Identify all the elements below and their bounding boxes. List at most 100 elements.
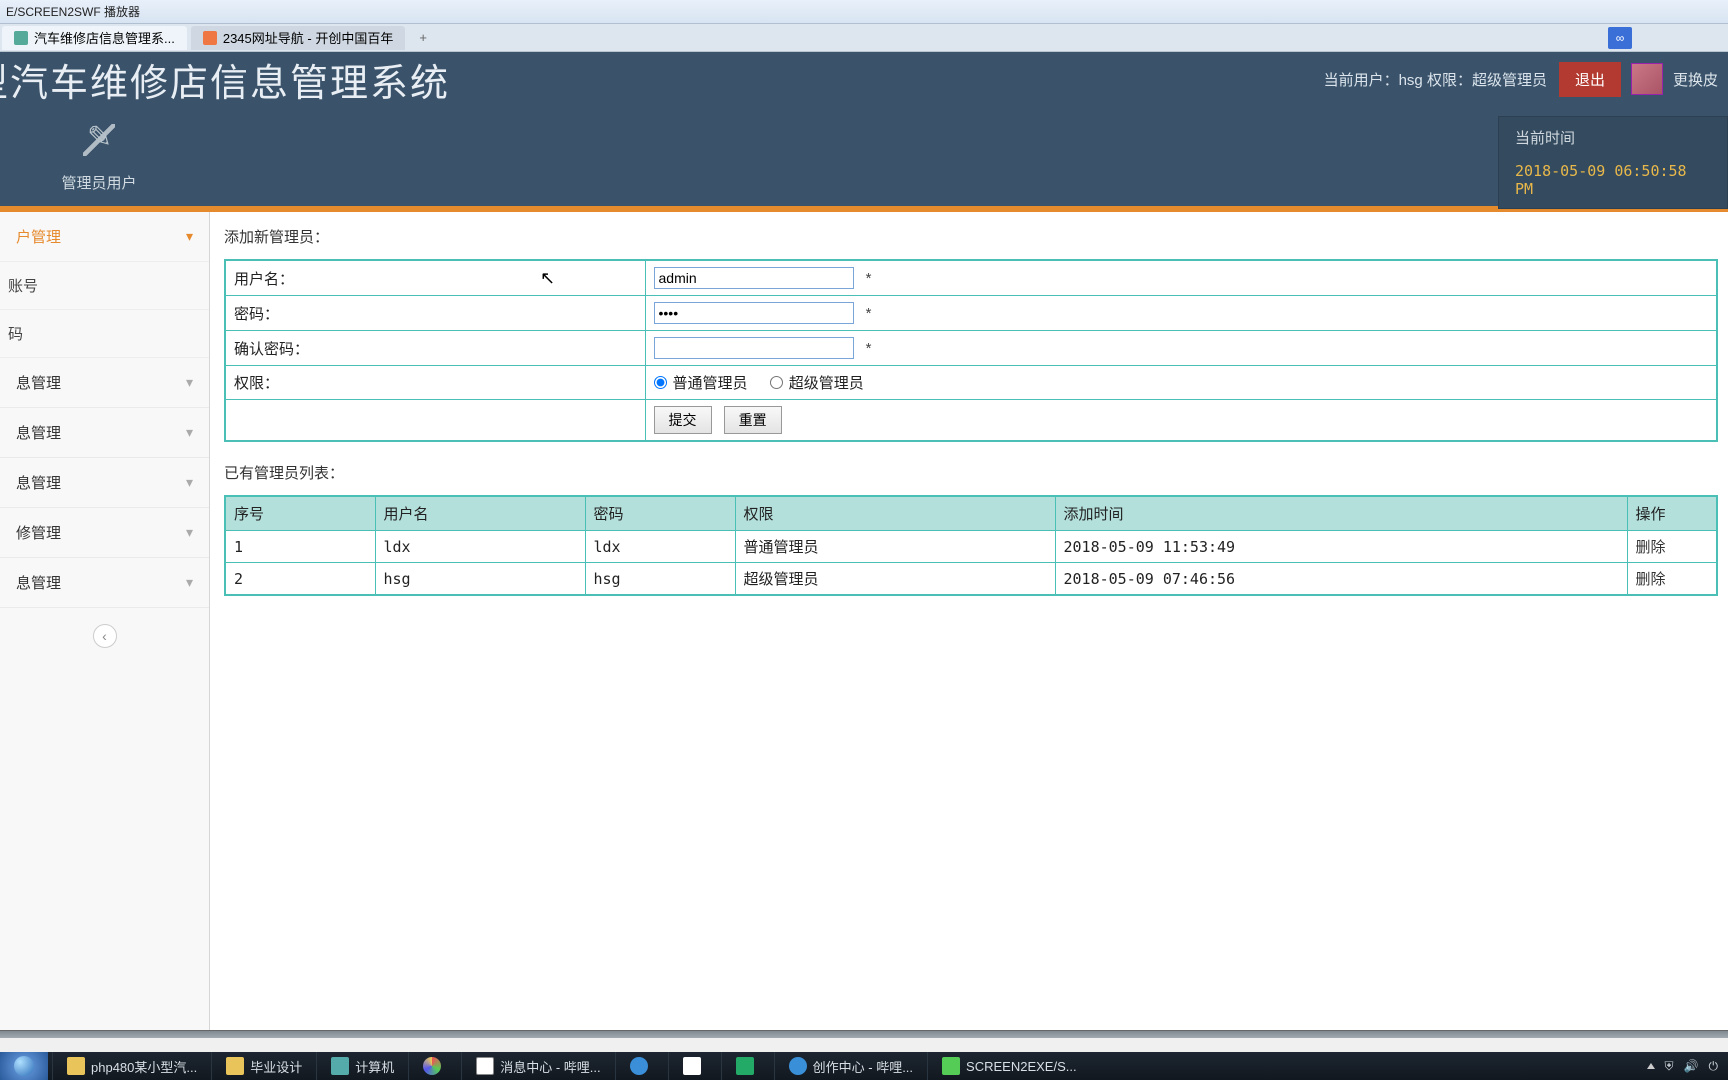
- cell-time: 2018-05-09 07:46:56: [1055, 563, 1627, 596]
- delete-link[interactable]: 删除: [1636, 570, 1666, 588]
- sidebar-sub-account[interactable]: 账号: [0, 262, 209, 310]
- chevron-down-icon: ▾: [186, 228, 193, 245]
- toolbar: 管理员用户 当前时间 2018-05-09 06:50:58 PM: [0, 106, 1728, 206]
- sidebar-item-info-mgmt-3[interactable]: 息管理 ▾: [0, 458, 209, 508]
- radio-normal-input[interactable]: [654, 376, 667, 389]
- table-header-row: 序号 用户名 密码 权限 添加时间 操作: [225, 496, 1717, 531]
- sidebar-item-info-mgmt-1[interactable]: 息管理 ▾: [0, 358, 209, 408]
- list-heading: 已有管理员列表：: [224, 462, 1718, 483]
- password-cell: *: [645, 296, 1717, 331]
- radio-super-input[interactable]: [770, 376, 783, 389]
- folder-icon: [67, 1057, 85, 1075]
- sidebar-item-info-mgmt-4[interactable]: 息管理 ▾: [0, 558, 209, 608]
- sidebar-item-label: 户管理: [16, 226, 61, 247]
- app-icon: [630, 1057, 648, 1075]
- confirm-label: 确认密码：: [225, 331, 645, 366]
- extension-baidu-icon[interactable]: ∞: [1608, 27, 1632, 49]
- permission-cell: 普通管理员 超级管理员: [645, 366, 1717, 400]
- app-icon: [736, 1057, 754, 1075]
- empty-cell: [225, 400, 645, 442]
- password-input[interactable]: [654, 302, 854, 324]
- taskbar-item[interactable]: [721, 1052, 774, 1080]
- sidebar-collapse-wrap: ‹: [0, 624, 209, 648]
- tab-label: 汽车维修店信息管理系...: [34, 28, 175, 47]
- os-taskbar: php480某小型汽... 毕业设计 计算机 消息中心 - 哔哩... 创作中心…: [0, 1052, 1728, 1080]
- sidebar-item-label: 息管理: [16, 372, 61, 393]
- sidebar-sub-password[interactable]: 码: [0, 310, 209, 358]
- tab-favicon-icon: [14, 31, 28, 45]
- cell-user: ldx: [375, 531, 585, 563]
- taskbar-item[interactable]: [668, 1052, 721, 1080]
- app-icon: [683, 1057, 701, 1075]
- taskbar-item[interactable]: [615, 1052, 668, 1080]
- radio-normal-admin[interactable]: 普通管理员: [654, 372, 748, 393]
- tray-icon[interactable]: 🔊: [1684, 1059, 1699, 1073]
- folder-icon: [226, 1057, 244, 1075]
- username-input[interactable]: [654, 267, 854, 289]
- col-index: 序号: [225, 496, 375, 531]
- submit-button[interactable]: 提交: [654, 406, 712, 434]
- admin-list-table: 序号 用户名 密码 权限 添加时间 操作 1 ldx ldx 普通管理员 201…: [224, 495, 1718, 596]
- taskbar-item[interactable]: 计算机: [316, 1052, 408, 1080]
- avatar-area: 更换皮: [1631, 63, 1718, 95]
- required-mark: *: [866, 340, 872, 357]
- delete-link[interactable]: 删除: [1636, 538, 1666, 556]
- tray-expand-icon[interactable]: [1647, 1063, 1655, 1069]
- sidebar-item-repair-mgmt[interactable]: 修管理 ▾: [0, 508, 209, 558]
- reset-button[interactable]: 重置: [724, 406, 782, 434]
- cell-idx: 1: [225, 531, 375, 563]
- sidebar-item-info-mgmt-2[interactable]: 息管理 ▾: [0, 408, 209, 458]
- new-tab-button[interactable]: +: [409, 30, 437, 45]
- taskbar-label: SCREEN2EXE/S...: [966, 1059, 1077, 1074]
- tray-icon[interactable]: ⛨: [1665, 1059, 1674, 1074]
- current-user-info: 当前用户：hsg 权限：超级管理员: [1324, 69, 1547, 90]
- browser-tab-secondary[interactable]: 2345网址导航 - 开创中国百年: [191, 26, 405, 50]
- toolbar-item-label: 管理员用户: [61, 172, 136, 193]
- toolbar-item-admin-user[interactable]: 管理员用户: [40, 114, 158, 206]
- switch-skin-link[interactable]: 更换皮: [1673, 69, 1718, 90]
- table-row: 2 hsg hsg 超级管理员 2018-05-09 07:46:56 删除: [225, 563, 1717, 596]
- clock-value: 2018-05-09 06:50:58 PM: [1515, 162, 1703, 198]
- computer-icon: [331, 1057, 349, 1075]
- recorder-icon: [942, 1057, 960, 1075]
- sidebar-item-label: 修管理: [16, 522, 61, 543]
- cell-time: 2018-05-09 11:53:49: [1055, 531, 1627, 563]
- taskbar-item[interactable]: 消息中心 - 哔哩...: [461, 1052, 614, 1080]
- required-mark: *: [866, 270, 872, 287]
- tray-icon[interactable]: ⏻: [1709, 1059, 1719, 1074]
- col-password: 密码: [585, 496, 735, 531]
- start-button[interactable]: [0, 1052, 48, 1080]
- collapse-sidebar-button[interactable]: ‹: [93, 624, 117, 648]
- clock-label: 当前时间: [1515, 127, 1703, 148]
- chevron-down-icon: ▾: [186, 524, 193, 541]
- taskbar-item[interactable]: php480某小型汽...: [52, 1052, 211, 1080]
- browser-tab-current[interactable]: 汽车维修店信息管理系...: [2, 26, 187, 50]
- sidebar-item-label: 息管理: [16, 472, 61, 493]
- sidebar-item-user-mgmt[interactable]: 户管理 ▾: [0, 212, 209, 262]
- window-title-text: E/SCREEN2SWF 播放器: [6, 5, 140, 19]
- sidebar-item-label: 码: [8, 326, 23, 343]
- system-tray[interactable]: ⛨ 🔊 ⏻: [1647, 1059, 1728, 1074]
- taskbar-item[interactable]: 创作中心 - 哔哩...: [774, 1052, 927, 1080]
- taskbar-item[interactable]: SCREEN2EXE/S...: [927, 1052, 1091, 1080]
- chevron-down-icon: ▾: [186, 374, 193, 391]
- avatar-icon[interactable]: [1631, 63, 1663, 95]
- taskbar-label: php480某小型汽...: [91, 1057, 197, 1076]
- logout-button[interactable]: 退出: [1559, 62, 1621, 97]
- col-addtime: 添加时间: [1055, 496, 1627, 531]
- username-label: 用户名：: [225, 260, 645, 296]
- browser-tabs-bar: 汽车维修店信息管理系... 2345网址导航 - 开创中国百年 +: [0, 24, 1728, 52]
- radio-label: 超级管理员: [789, 372, 864, 393]
- taskbar-item[interactable]: [408, 1052, 461, 1080]
- browser-icon: [789, 1057, 807, 1075]
- pencil-icon: [83, 124, 115, 156]
- confirm-password-input[interactable]: [654, 337, 854, 359]
- radio-label: 普通管理员: [673, 372, 748, 393]
- table-row: 1 ldx ldx 普通管理员 2018-05-09 11:53:49 删除: [225, 531, 1717, 563]
- radio-super-admin[interactable]: 超级管理员: [770, 372, 864, 393]
- action-cell: 提交 重置: [645, 400, 1717, 442]
- taskbar-item[interactable]: 毕业设计: [211, 1052, 316, 1080]
- taskbar-label: 毕业设计: [250, 1057, 302, 1076]
- sidebar-item-label: 息管理: [16, 422, 61, 443]
- cell-idx: 2: [225, 563, 375, 596]
